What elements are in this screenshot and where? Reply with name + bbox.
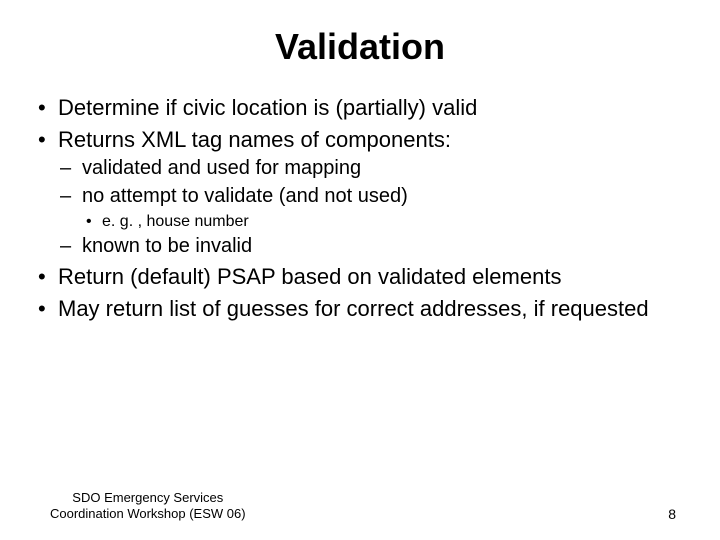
sub-bullet-list: validated and used for mapping no attemp…	[58, 156, 682, 259]
bullet-item: May return list of guesses for correct a…	[38, 295, 682, 323]
bullet-text: May return list of guesses for correct a…	[58, 296, 649, 321]
bullet-text: validated and used for mapping	[82, 157, 361, 179]
sub-sub-bullet-item: e. g. , house number	[82, 212, 682, 232]
bullet-list: Determine if civic location is (partiall…	[38, 94, 682, 323]
footer-line: Coordination Workshop (ESW 06)	[50, 506, 246, 522]
footer-left: SDO Emergency Services Coordination Work…	[50, 490, 246, 523]
page-number: 8	[668, 506, 676, 522]
slide-footer: SDO Emergency Services Coordination Work…	[0, 490, 720, 523]
bullet-text: Return (default) PSAP based on validated…	[58, 264, 561, 289]
sub-sub-bullet-list: e. g. , house number	[82, 212, 682, 232]
bullet-text: known to be invalid	[82, 235, 252, 257]
bullet-text: Returns XML tag names of components:	[58, 127, 451, 152]
footer-line: SDO Emergency Services	[50, 490, 246, 506]
bullet-text: e. g. , house number	[102, 213, 249, 230]
sub-bullet-item: validated and used for mapping	[58, 156, 682, 182]
slide: Validation Determine if civic location i…	[0, 0, 720, 540]
bullet-item: Determine if civic location is (partiall…	[38, 94, 682, 122]
bullet-text: Determine if civic location is (partiall…	[58, 95, 477, 120]
bullet-item: Return (default) PSAP based on validated…	[38, 263, 682, 291]
slide-title: Validation	[38, 26, 682, 68]
sub-bullet-item: no attempt to validate (and not used) e.…	[58, 184, 682, 232]
sub-bullet-item: known to be invalid	[58, 234, 682, 260]
bullet-item: Returns XML tag names of components: val…	[38, 126, 682, 259]
bullet-text: no attempt to validate (and not used)	[82, 185, 408, 207]
